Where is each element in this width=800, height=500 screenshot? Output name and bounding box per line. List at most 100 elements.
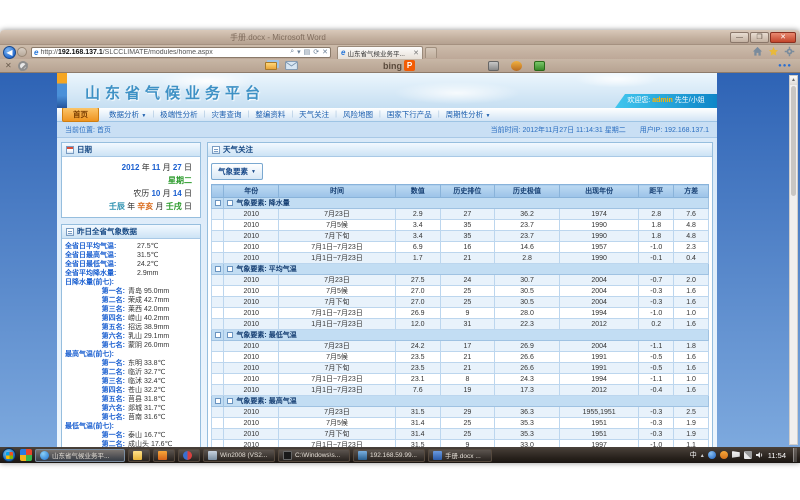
row-select-cell[interactable]	[212, 429, 224, 440]
show-hidden-icons-arrow[interactable]: ▴	[701, 452, 704, 459]
table-row[interactable]: 20107月23日24.21726.92004-1.11.8	[212, 341, 709, 352]
compatibility-icon[interactable]: ▤	[304, 48, 311, 56]
taskbar-button-2[interactable]	[128, 449, 150, 462]
row-select-cell[interactable]	[212, 275, 224, 286]
row-select-cell[interactable]	[212, 352, 224, 363]
back-button[interactable]: ◀	[3, 46, 16, 59]
window-titlebar[interactable]: 手册.docx - Microsoft Word — ❐ ✕	[0, 30, 800, 45]
nav-item-8[interactable]: 国家下行产品	[381, 109, 438, 120]
vertical-scrollbar[interactable]: ▲	[789, 75, 798, 445]
taskbar-button-5[interactable]: Win2008 (VS2...	[203, 449, 275, 462]
table-row[interactable]: 20107月下旬31.42535.31951-0.31.9	[212, 429, 709, 440]
table-row[interactable]: 20107月5候23.52126.61991-0.51.6	[212, 352, 709, 363]
nav-item-5[interactable]: 整编资料	[249, 109, 291, 120]
row-select-cell[interactable]	[212, 341, 224, 352]
table-row[interactable]: 20107月23日31.52936.31955,1951-0.32.5	[212, 407, 709, 418]
mail-icon[interactable]	[285, 61, 298, 70]
show-desktop-button[interactable]	[793, 448, 797, 462]
close-bar-icon[interactable]: ✕	[5, 61, 12, 70]
dropdown-icon[interactable]: ▾	[297, 48, 301, 56]
table-row[interactable]: 20107月1日~7月23日23.1824.31994-1.11.0	[212, 374, 709, 385]
language-indicator[interactable]: 中	[690, 450, 697, 460]
table-row[interactable]: 20107月下旬23.52126.61991-0.51.6	[212, 363, 709, 374]
taskbar-button-8[interactable]: 手册.docx ...	[428, 449, 492, 462]
favorites-star-icon[interactable]	[768, 46, 779, 57]
scrollbar-thumb[interactable]	[791, 86, 796, 196]
table-row[interactable]: 20101月1日~7月23日7.61917.32012-0.41.6	[212, 385, 709, 396]
close-button[interactable]: ✕	[770, 32, 796, 43]
group-header-row[interactable]: 气象要素: 降水量	[212, 198, 709, 209]
table-row[interactable]: 20107月5候3.43523.719901.84.8	[212, 220, 709, 231]
group-header-row[interactable]: 气象要素: 平均气温	[212, 264, 709, 275]
tab-close-icon[interactable]: ✕	[413, 49, 419, 57]
table-row[interactable]: 20107月下旬27.02530.52004-0.31.6	[212, 297, 709, 308]
table-row[interactable]: 20101月1日~7月23日12.03122.320120.21.6	[212, 319, 709, 330]
messenger-tray-icon[interactable]	[708, 451, 716, 459]
expand-icon[interactable]	[215, 398, 221, 404]
nav-item-4[interactable]: 灾害查询	[206, 109, 248, 120]
table-row[interactable]: 20107月1日~7月23日26.9928.01994-1.01.0	[212, 308, 709, 319]
forward-button[interactable]	[17, 47, 27, 57]
url-text[interactable]: http://192.168.137.1/SLCCLIMATE/modules/…	[40, 49, 287, 56]
expand-icon[interactable]	[215, 200, 221, 206]
row-select-cell[interactable]	[212, 253, 224, 264]
settings-gear-icon[interactable]	[784, 46, 795, 57]
search-icon[interactable]: ⌕	[290, 48, 294, 56]
camera-icon[interactable]	[488, 61, 499, 71]
refresh-icon[interactable]: ⟳	[313, 48, 319, 56]
taskbar-button-6[interactable]: C:\Windows\s...	[278, 449, 350, 462]
new-tab-button[interactable]	[425, 47, 437, 58]
row-select-cell[interactable]	[212, 220, 224, 231]
group-expand-cell[interactable]	[212, 396, 224, 407]
row-select-cell[interactable]	[212, 242, 224, 253]
group-expand-cell[interactable]	[212, 330, 224, 341]
maximize-button[interactable]: ❐	[750, 32, 769, 43]
expand-icon[interactable]	[215, 266, 221, 272]
tools-icon[interactable]	[511, 61, 522, 71]
group-expand-cell[interactable]	[212, 264, 224, 275]
group-header-row[interactable]: 气象要素: 最低气温	[212, 330, 709, 341]
ime-tray-icon[interactable]	[720, 451, 728, 459]
taskbar-button-1[interactable]: 山东省气候业务平...	[35, 449, 125, 462]
action-center-flag-icon[interactable]	[732, 451, 740, 459]
table-row[interactable]: 20107月1日~7月23日31.5933.01997-1.01.1	[212, 440, 709, 448]
stop-icon[interactable]: ✕	[322, 48, 328, 56]
row-select-cell[interactable]	[212, 374, 224, 385]
row-select-cell[interactable]	[212, 231, 224, 242]
taskbar-button-7[interactable]: 192.168.59.99...	[353, 449, 425, 462]
expand-icon[interactable]	[215, 332, 221, 338]
pinned-app-icon[interactable]	[20, 449, 32, 461]
start-button[interactable]	[2, 448, 16, 462]
group-header-row[interactable]: 气象要素: 最高气温	[212, 396, 709, 407]
row-select-cell[interactable]	[212, 286, 224, 297]
row-select-cell[interactable]	[212, 440, 224, 448]
table-row[interactable]: 20107月1日~7月23日6.91614.61957-1.02.3	[212, 242, 709, 253]
table-row[interactable]: 20107月23日2.92736.219742.87.6	[212, 209, 709, 220]
taskbar-button-4[interactable]	[178, 449, 200, 462]
taskbar-clock[interactable]: 11:54	[768, 451, 786, 460]
table-row[interactable]: 20107月下旬3.43523.719901.84.8	[212, 231, 709, 242]
nav-item-3[interactable]: 极端性分析	[154, 109, 204, 120]
scroll-up-icon[interactable]: ▲	[790, 76, 797, 85]
row-select-cell[interactable]	[212, 319, 224, 330]
address-bar[interactable]: e http://192.168.137.1/SLCCLIMATE/module…	[31, 47, 331, 58]
row-select-cell[interactable]	[212, 209, 224, 220]
nav-item-9[interactable]: 周期性分析 ▼	[440, 109, 497, 120]
row-select-cell[interactable]	[212, 308, 224, 319]
table-row[interactable]: 20107月5候31.42535.31951-0.31.9	[212, 418, 709, 429]
row-select-cell[interactable]	[212, 418, 224, 429]
home-icon[interactable]	[752, 46, 763, 57]
row-select-cell[interactable]	[212, 297, 224, 308]
volume-icon[interactable]	[756, 451, 764, 459]
nav-item-7[interactable]: 风险地图	[337, 109, 379, 120]
nav-item-1[interactable]: 首页	[62, 107, 99, 122]
taskbar-button-3[interactable]	[153, 449, 175, 462]
minimize-button[interactable]: —	[730, 32, 749, 43]
element-filter-button[interactable]: 气象要素▼	[211, 163, 263, 180]
network-icon[interactable]	[744, 451, 752, 459]
browser-tab[interactable]: e 山东省气候业务平... ✕	[337, 46, 423, 59]
row-select-cell[interactable]	[212, 407, 224, 418]
more-options-icon[interactable]: ●●●	[778, 63, 792, 69]
cards-icon[interactable]	[265, 62, 277, 70]
table-row[interactable]: 20101月1日~7月23日1.7212.81990-0.10.4	[212, 253, 709, 264]
